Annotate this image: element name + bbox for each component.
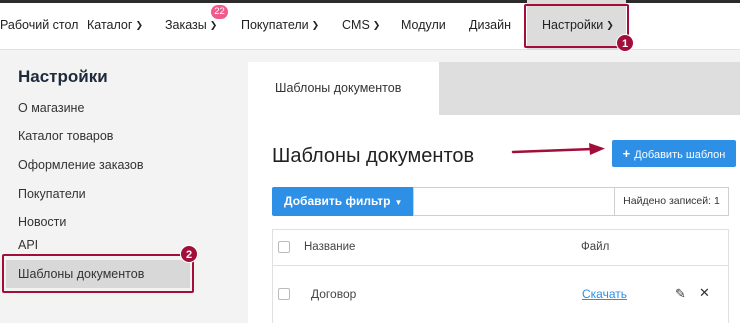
tab-document-templates[interactable]: Шаблоны документов	[248, 62, 439, 115]
page-title: Шаблоны документов	[272, 145, 475, 167]
found-records-count: Найдено записей: 1	[615, 187, 729, 216]
arrow-right-icon	[511, 143, 605, 155]
document-templates-highlight-box	[2, 254, 194, 293]
nav-catalog[interactable]: Каталог ❯	[87, 0, 143, 50]
nav-catalog-label: Каталог	[87, 18, 133, 32]
callout-number-1: 1	[616, 34, 634, 52]
filter-input[interactable]	[413, 187, 615, 216]
nav-customers-label: Покупатели	[241, 18, 309, 32]
orders-count-badge: 22	[211, 5, 228, 19]
select-all-checkbox[interactable]	[278, 241, 290, 253]
row-checkbox[interactable]	[278, 288, 290, 300]
column-header-name: Название	[304, 241, 356, 253]
chevron-down-icon: ❯	[372, 20, 381, 30]
nav-modules-label: Модули	[401, 18, 446, 32]
caret-down-icon: ▼	[394, 198, 403, 207]
nav-orders[interactable]: Заказы ❯	[165, 0, 217, 50]
add-filter-button[interactable]: Добавить фильтр ▼	[272, 187, 413, 216]
add-template-label: Добавить шаблон	[634, 149, 726, 161]
template-name: Договор	[311, 287, 357, 301]
pencil-edit-icon[interactable]: ✎	[675, 286, 686, 302]
nav-orders-label: Заказы	[165, 18, 207, 32]
sidebar-title: Настройки	[18, 67, 108, 86]
nav-design-label: Дизайн	[469, 18, 512, 32]
sidebar-item-product-catalog[interactable]: Каталог товаров	[18, 129, 113, 143]
column-header-file: Файл	[581, 241, 610, 253]
nav-customers[interactable]: Покупатели ❯	[241, 0, 319, 50]
download-link[interactable]: Скачать	[582, 287, 627, 301]
nav-dashboard-label: Рабочий стол	[0, 18, 79, 32]
sidebar-item-checkout[interactable]: Оформление заказов	[18, 158, 143, 172]
nav-modules[interactable]: Модули	[401, 0, 446, 50]
table-header: Название Файл	[273, 230, 728, 266]
tab-strip: Шаблоны документов	[248, 62, 740, 115]
add-template-button[interactable]: + Добавить шаблон	[612, 140, 736, 167]
chevron-down-icon: ❯	[311, 20, 320, 30]
nav-cms[interactable]: CMS ❯	[342, 0, 380, 50]
templates-table: Название Файл Договор Скачать ✎ ✕	[272, 229, 729, 323]
nav-design[interactable]: Дизайн	[469, 0, 511, 50]
sidebar-item-customers[interactable]: Покупатели	[18, 187, 86, 201]
sidebar-item-about-store[interactable]: О магазине	[18, 101, 84, 115]
add-filter-label: Добавить фильтр	[284, 194, 391, 208]
sidebar-item-api[interactable]: API	[18, 238, 38, 252]
chevron-down-icon: ❯	[135, 20, 143, 30]
callout-number-2: 2	[180, 245, 198, 263]
settings-highlight-box	[524, 4, 629, 48]
sidebar-item-news[interactable]: Новости	[18, 215, 66, 229]
close-delete-icon[interactable]: ✕	[699, 285, 710, 301]
nav-cms-label: CMS	[342, 18, 370, 32]
plus-icon: +	[622, 146, 631, 161]
nav-dashboard[interactable]: Рабочий стол	[0, 0, 78, 50]
